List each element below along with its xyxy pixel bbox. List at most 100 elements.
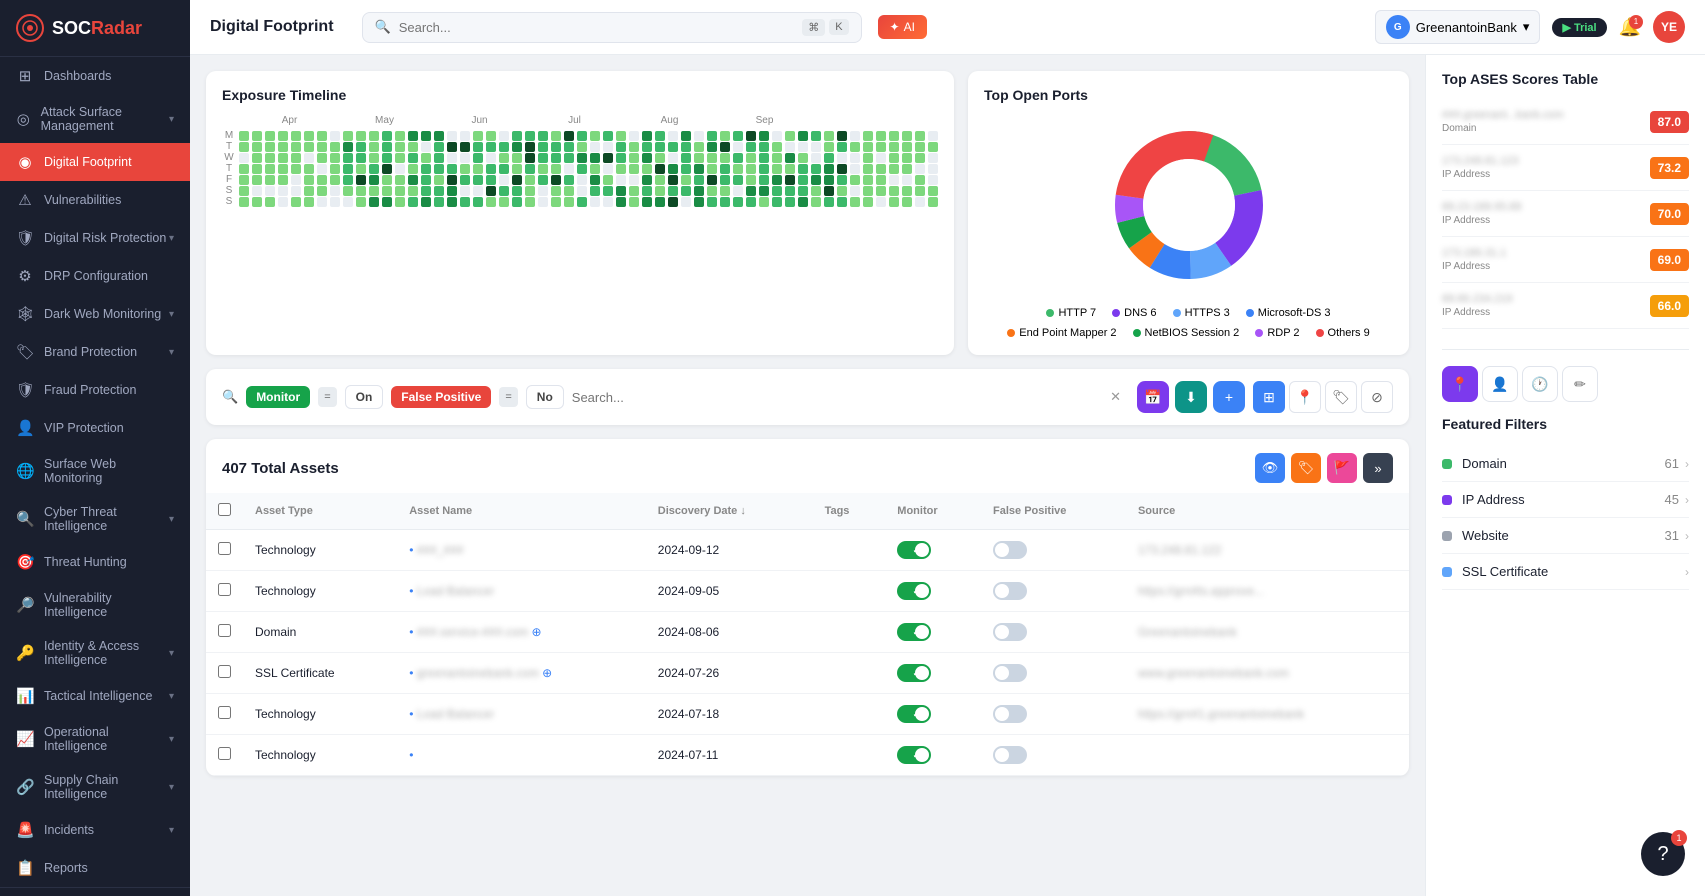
timeline-cell[interactable] [499, 175, 509, 185]
timeline-cell[interactable] [850, 164, 860, 174]
timeline-cell[interactable] [369, 131, 379, 141]
timeline-cell[interactable] [772, 142, 782, 152]
timeline-cell[interactable] [317, 186, 327, 196]
timeline-cell[interactable] [330, 175, 340, 185]
timeline-cell[interactable] [356, 164, 366, 174]
timeline-cell[interactable] [538, 142, 548, 152]
timeline-cell[interactable] [239, 175, 249, 185]
timeline-cell[interactable] [837, 197, 847, 207]
timeline-cell[interactable] [356, 186, 366, 196]
timeline-cell[interactable] [707, 131, 717, 141]
sidebar-item-incidents[interactable]: 🚨Incidents ▾ [0, 811, 190, 849]
timeline-cell[interactable] [629, 142, 639, 152]
timeline-cell[interactable] [252, 175, 262, 185]
timeline-cell[interactable] [811, 175, 821, 185]
sidebar-item-digital-risk[interactable]: 🛡Digital Risk Protection ▾ [0, 219, 190, 257]
timeline-cell[interactable] [356, 142, 366, 152]
timeline-cell[interactable] [473, 131, 483, 141]
timeline-cell[interactable] [447, 175, 457, 185]
timeline-cell[interactable] [447, 153, 457, 163]
table-orange-button[interactable]: 🏷 [1291, 453, 1321, 483]
row-checkbox[interactable] [218, 747, 231, 760]
timeline-cell[interactable] [473, 142, 483, 152]
timeline-cell[interactable] [499, 153, 509, 163]
timeline-cell[interactable] [746, 142, 756, 152]
timeline-cell[interactable] [642, 142, 652, 152]
timeline-cell[interactable] [343, 131, 353, 141]
timeline-cell[interactable] [382, 186, 392, 196]
timeline-cell[interactable] [629, 197, 639, 207]
timeline-cell[interactable] [395, 142, 405, 152]
timeline-cell[interactable] [577, 153, 587, 163]
timeline-cell[interactable] [330, 131, 340, 141]
timeline-cell[interactable] [330, 164, 340, 174]
timeline-cell[interactable] [343, 186, 353, 196]
timeline-cell[interactable] [681, 197, 691, 207]
monitor-toggle[interactable]: ✓ [885, 612, 981, 653]
timeline-cell[interactable] [603, 197, 613, 207]
timeline-cell[interactable] [304, 131, 314, 141]
timeline-cell[interactable] [772, 164, 782, 174]
timeline-cell[interactable] [317, 153, 327, 163]
timeline-cell[interactable] [486, 186, 496, 196]
global-search-input[interactable] [399, 20, 794, 35]
sidebar-item-vuln-intelligence[interactable]: 🔎Vulnerability Intelligence [0, 581, 190, 629]
timeline-cell[interactable] [681, 175, 691, 185]
timeline-cell[interactable] [798, 197, 808, 207]
timeline-cell[interactable] [564, 175, 574, 185]
timeline-cell[interactable] [473, 175, 483, 185]
sidebar-item-tactical[interactable]: 📊Tactical Intelligence ▾ [0, 677, 190, 715]
timeline-cell[interactable] [265, 131, 275, 141]
table-eye-button[interactable]: 👁 [1255, 453, 1285, 483]
timeline-cell[interactable] [395, 164, 405, 174]
timeline-cell[interactable] [512, 164, 522, 174]
timeline-cell[interactable] [304, 186, 314, 196]
timeline-cell[interactable] [707, 164, 717, 174]
timeline-cell[interactable] [811, 164, 821, 174]
row-checkbox[interactable] [218, 624, 231, 637]
timeline-cell[interactable] [746, 175, 756, 185]
timeline-cell[interactable] [720, 186, 730, 196]
timeline-cell[interactable] [499, 164, 509, 174]
timeline-cell[interactable] [278, 142, 288, 152]
timeline-cell[interactable] [265, 164, 275, 174]
timeline-cell[interactable] [577, 164, 587, 174]
timeline-cell[interactable] [577, 131, 587, 141]
timeline-cell[interactable] [252, 131, 262, 141]
timeline-cell[interactable] [928, 197, 938, 207]
timeline-cell[interactable] [317, 164, 327, 174]
filter-clear-button[interactable]: ✕ [1110, 389, 1121, 405]
timeline-cell[interactable] [798, 131, 808, 141]
timeline-cell[interactable] [434, 175, 444, 185]
timeline-cell[interactable] [278, 197, 288, 207]
timeline-cell[interactable] [408, 186, 418, 196]
timeline-cell[interactable] [304, 153, 314, 163]
timeline-cell[interactable] [928, 186, 938, 196]
timeline-cell[interactable] [408, 197, 418, 207]
timeline-cell[interactable] [382, 197, 392, 207]
timeline-cell[interactable] [694, 142, 704, 152]
timeline-cell[interactable] [356, 197, 366, 207]
timeline-cell[interactable] [603, 153, 613, 163]
timeline-cell[interactable] [460, 153, 470, 163]
timeline-cell[interactable] [603, 131, 613, 141]
timeline-cell[interactable] [785, 153, 795, 163]
timeline-cell[interactable] [915, 142, 925, 152]
timeline-cell[interactable] [291, 142, 301, 152]
table-dark-button[interactable]: » [1363, 453, 1393, 483]
row-checkbox[interactable] [218, 542, 231, 555]
timeline-cell[interactable] [408, 175, 418, 185]
timeline-cell[interactable] [772, 175, 782, 185]
timeline-cell[interactable] [525, 131, 535, 141]
timeline-cell[interactable] [369, 164, 379, 174]
timeline-cell[interactable] [694, 164, 704, 174]
timeline-cell[interactable] [395, 131, 405, 141]
monitor-toggle[interactable]: ✓ [885, 694, 981, 735]
timeline-cell[interactable] [291, 153, 301, 163]
timeline-cell[interactable] [707, 153, 717, 163]
timeline-cell[interactable] [239, 142, 249, 152]
timeline-cell[interactable] [915, 175, 925, 185]
sidebar-item-cyber-threat[interactable]: 🔍Cyber Threat Intelligence ▾ [0, 495, 190, 543]
timeline-cell[interactable] [902, 153, 912, 163]
table-pink-button[interactable]: 🚩 [1327, 453, 1357, 483]
